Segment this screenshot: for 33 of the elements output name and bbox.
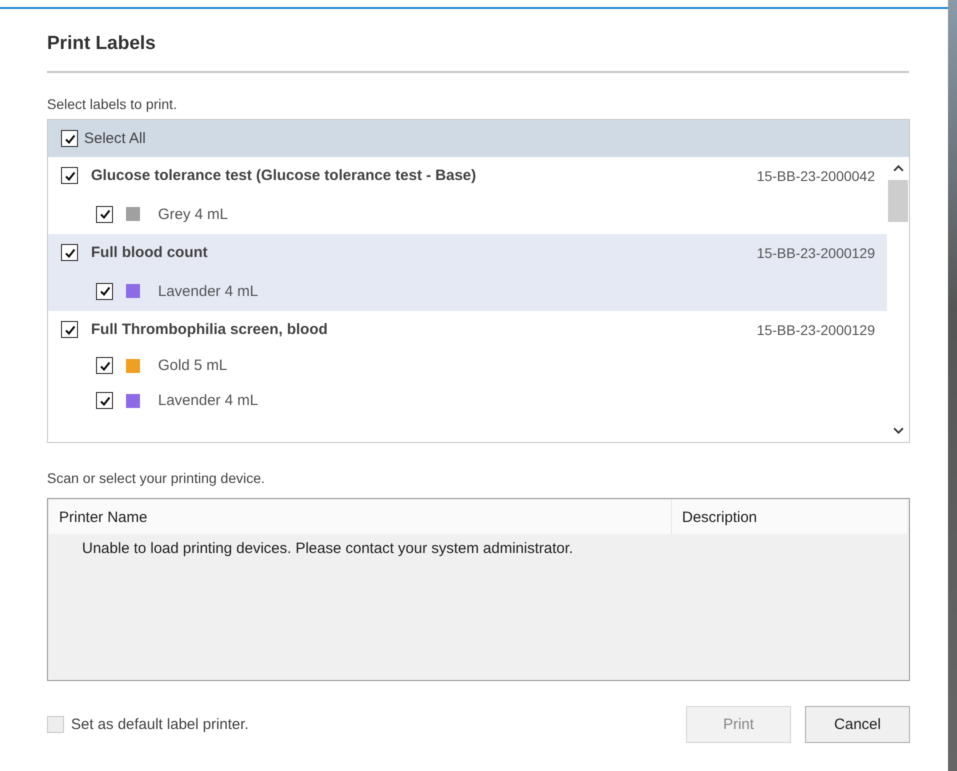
tube-label: Grey 4 mL [158,206,228,222]
scroll-up-icon[interactable] [892,165,904,172]
tube-checkbox[interactable] [96,357,113,374]
test-checkbox[interactable] [61,244,78,261]
tube-checkbox[interactable] [96,282,113,300]
accession-number: 15-BB-23-2000129 [756,322,875,338]
tube-label: Lavender 4 mL [158,282,258,300]
test-row[interactable]: Full Thrombophilia screen, blood 15-BB-23-2000129 Gold 5 mL Lavender 4 mL [48,311,887,418]
test-name: Glucose tolerance test (Glucose tolerance test - Base) [91,167,478,184]
select-all-checkbox[interactable] [61,130,78,147]
scrollbar-thumb[interactable] [888,180,908,222]
test-checkbox[interactable] [61,167,78,184]
dialog-title: Print Labels [47,33,157,56]
test-checkbox[interactable] [61,321,78,338]
tube-checkbox[interactable] [96,392,113,409]
test-name: Full Thrombophilia screen, blood [91,321,329,338]
column-header[interactable]: Printer Name [49,500,672,534]
test-row[interactable]: Full blood count 15-BB-23-2000129 Lavender 4 mL [48,234,887,311]
test-name: Full blood count [91,244,209,261]
error-message: Unable to load printing devices. Please contact your system administrator. [81,539,574,557]
accession-number: 15-BB-23-2000042 [756,168,875,184]
accession-number: 15-BB-23-2000129 [756,244,875,260]
tube-label: Gold 5 mL [158,357,228,374]
labels-prompt: Select labels to print. [47,96,178,114]
select-all-label: Select All [84,130,146,147]
test-row[interactable]: Glucose tolerance test (Glucose tolerance test - Base) 15-BB-23-2000042 Grey 4 mL [48,157,887,234]
device-prompt: Scan or select your printing device. [47,470,266,488]
cancel-button[interactable]: Cancel [805,706,910,743]
scroll-down-icon[interactable] [892,427,904,434]
tube-label: Lavender 4 mL [158,392,258,409]
column-header[interactable]: Description [672,500,907,534]
default-printer-label: Set as default label printer. [71,716,249,733]
tube-checkbox[interactable] [96,206,113,222]
